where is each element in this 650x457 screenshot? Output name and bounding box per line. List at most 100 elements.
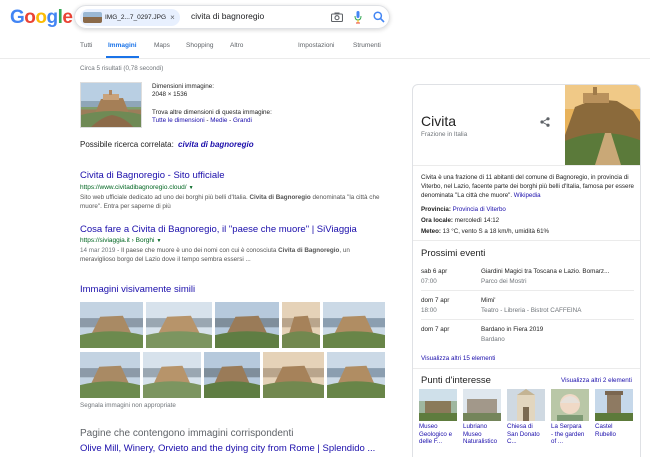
poi-label-line: Naturalistico	[463, 438, 498, 445]
poi-image	[463, 389, 501, 421]
event-date: dom 7 apr	[421, 326, 450, 333]
dropdown-arrow-icon[interactable]: ▼	[156, 238, 161, 244]
poi-image	[419, 389, 457, 421]
result-title[interactable]: Cosa fare a Civita di Bagnoregio, il "pa…	[80, 224, 357, 235]
knowledge-panel: Civita Frazione in Italia Civita è una f…	[412, 84, 641, 457]
similar-image[interactable]	[263, 352, 324, 398]
poi-card[interactable]: Lubriano Museo Naturalistico	[463, 389, 501, 446]
image-query-chip[interactable]: IMG_2...7_0297.JPG ×	[80, 9, 180, 26]
camera-icon[interactable]	[331, 12, 343, 22]
poi-label-line: Geologico e	[419, 430, 453, 438]
similar-image[interactable]	[323, 302, 385, 348]
tab-tools[interactable]: Strumenti	[353, 42, 381, 49]
events-more-link[interactable]: Visualizza altri 15 elementi	[421, 355, 495, 362]
panel-description: Civita è una frazione di 11 abitanti del…	[421, 173, 637, 200]
size-link-large[interactable]: Grandi	[233, 117, 252, 124]
poi-image	[507, 389, 545, 421]
tab-settings[interactable]: Impostazioni	[298, 42, 335, 49]
poi-label-line: Castel	[595, 423, 613, 430]
wikipedia-link[interactable]: Wikipedia	[514, 192, 541, 199]
poi-card[interactable]: Chiesa di San Donato C...	[507, 389, 545, 446]
event-date: sab 6 apr	[421, 268, 448, 275]
report-images-link[interactable]: Segnala immagini non appropriate	[80, 402, 176, 409]
dropdown-arrow-icon[interactable]: ▼	[189, 185, 194, 191]
result-url[interactable]: https://siviaggia.it › Borghi ▼	[80, 237, 161, 244]
other-sizes-label: Trova altre dimensioni di questa immagin…	[152, 109, 272, 116]
panel-divider	[413, 240, 640, 241]
poi-card[interactable]: Castel Rubello	[595, 389, 633, 438]
search-input[interactable]: civita di bagnoregio	[191, 11, 264, 21]
size-link-all[interactable]: Tutte le dimensioni	[152, 117, 205, 124]
fact-local-time: Ora locale: mercoledì 14:12	[421, 217, 499, 224]
matching-pages-title: Pagine che contengono immagini corrispon…	[80, 428, 294, 439]
tab-images[interactable]: Immagini	[108, 42, 137, 49]
tab-maps[interactable]: Maps	[154, 42, 170, 49]
search-box[interactable]: IMG_2...7_0297.JPG × civita di bagnoregi…	[74, 5, 390, 29]
fact-province: Provincia: Provincia di Viterbo	[421, 206, 506, 213]
poi-label-line: - the garden	[551, 430, 585, 438]
poi-card[interactable]: La Serpara - the garden of ...	[551, 389, 589, 446]
panel-subtitle: Frazione in Italia	[421, 131, 468, 138]
tab-more[interactable]: Altro	[230, 42, 243, 49]
fact-link[interactable]: Provincia di Viterbo	[453, 206, 506, 213]
logo-letter: G	[10, 7, 25, 28]
google-logo[interactable]: Google	[10, 7, 73, 29]
event-name: Giardini Magici tra Toscana e Lazio. Bom…	[481, 268, 610, 275]
poi-card[interactable]: Museo Geologico e delle F...	[419, 389, 457, 446]
similar-image[interactable]	[327, 352, 385, 398]
similar-image[interactable]	[204, 352, 260, 398]
panel-divider	[413, 368, 640, 369]
chip-filename: IMG_2...7_0297.JPG	[105, 14, 167, 21]
events-title: Prossimi eventi	[421, 248, 486, 259]
poi-label-line: delle F...	[419, 438, 443, 445]
image-dimensions-value: 2048 × 1536	[152, 91, 188, 98]
similar-image[interactable]	[146, 302, 212, 348]
snippet-text: - Il paese che muore è uno dei nomi con …	[115, 247, 279, 254]
matching-page-link[interactable]: Olive Mill, Winery, Orvieto and the dyin…	[80, 443, 375, 454]
related-search-link[interactable]: civita di bagnoregio	[178, 140, 254, 149]
event-name: Mimi'	[481, 297, 496, 304]
poi-label-line: of ...	[551, 438, 564, 445]
similar-image[interactable]	[215, 302, 279, 348]
related-search: Possibile ricerca correlata: civita di b…	[80, 140, 254, 149]
similar-image[interactable]	[282, 302, 320, 348]
poi-label-line: Lubriano	[463, 423, 488, 430]
microphone-icon[interactable]	[354, 11, 362, 24]
poi-image	[595, 389, 633, 421]
chip-thumbnail	[83, 12, 102, 23]
poi-title: Punti d'interesse	[421, 375, 491, 386]
snippet-bold: Civita di Bagnoregio	[249, 194, 311, 201]
event-place: Parco dei Mostri	[481, 278, 527, 285]
poi-label-line: San Donato	[507, 430, 540, 438]
search-icon[interactable]	[373, 11, 385, 23]
fact-label: Ora locale:	[421, 217, 453, 224]
panel-image[interactable]	[565, 85, 640, 165]
similar-image[interactable]	[80, 302, 143, 348]
result-title[interactable]: Civita di Bagnoregio - Sito ufficiale	[80, 170, 225, 181]
poi-label-line: C...	[507, 438, 517, 445]
event-divider	[421, 319, 634, 320]
result-url-text: https://siviaggia.it › Borghi	[80, 237, 155, 244]
fact-value: 13 °C, vento S a 18 km/h, umidità 61%	[442, 228, 550, 235]
poi-label-line: Museo	[463, 430, 482, 438]
similar-image[interactable]	[143, 352, 201, 398]
size-link-medium[interactable]: Medie	[210, 117, 227, 124]
search-tabs: Tutti Immagini Maps Shopping Altro Impos…	[0, 42, 650, 58]
close-icon[interactable]: ×	[170, 13, 175, 22]
result-date: 14 mar 2019	[80, 247, 116, 254]
logo-letter: g	[46, 7, 59, 28]
result-snippet: 14 mar 2019 - Il paese che muore è uno d…	[80, 246, 380, 264]
query-image-thumbnail[interactable]	[80, 82, 142, 128]
similar-image[interactable]	[80, 352, 140, 398]
event-time: 18:00	[421, 307, 437, 314]
image-dimensions-label: Dimensioni immagine:	[152, 83, 214, 90]
header-divider	[0, 58, 650, 59]
tab-all[interactable]: Tutti	[80, 42, 92, 49]
tab-shopping[interactable]: Shopping	[186, 42, 213, 49]
result-url[interactable]: https://www.civitadibagnoregio.cloud/▼	[80, 184, 194, 191]
similar-images-title[interactable]: Immagini visivamente simili	[80, 284, 195, 295]
panel-title: Civita	[421, 113, 457, 129]
share-icon[interactable]	[540, 117, 550, 127]
poi-more-link[interactable]: Visualizza altri 2 elementi	[561, 377, 632, 384]
result-stats: Circa 5 risultati (0,78 secondi)	[80, 65, 164, 72]
